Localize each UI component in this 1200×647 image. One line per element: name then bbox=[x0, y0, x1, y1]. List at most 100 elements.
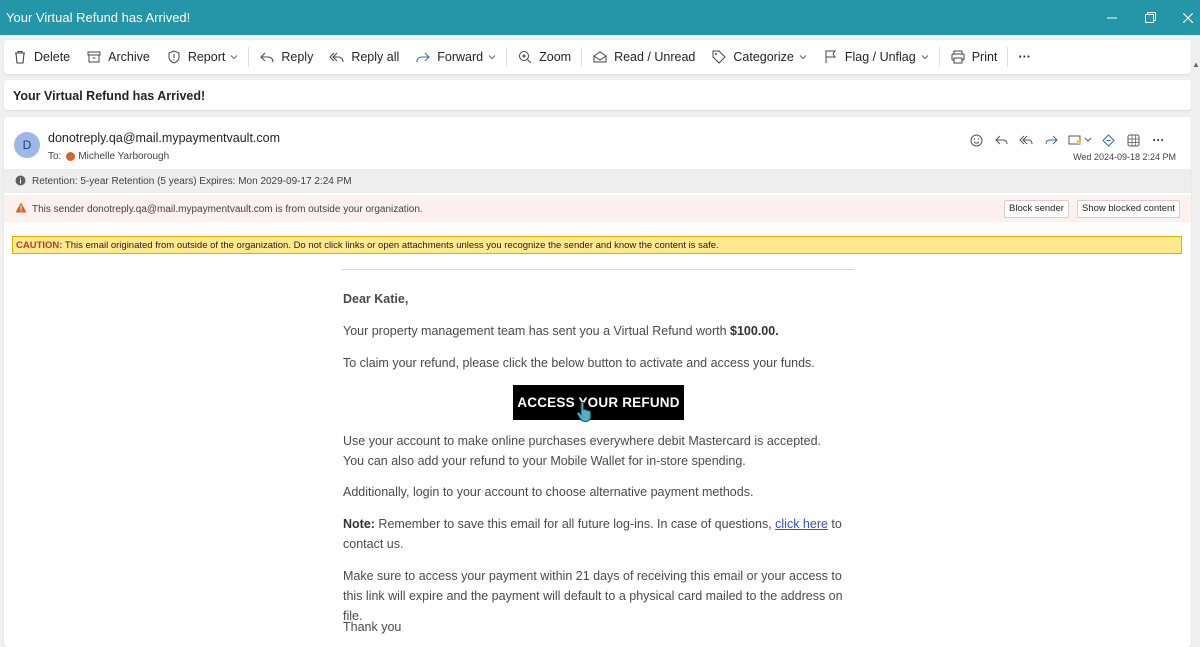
toolbar-divider bbox=[938, 47, 940, 67]
minimize-button[interactable] bbox=[1092, 0, 1132, 35]
reply-action-button[interactable] bbox=[989, 131, 1014, 149]
note-label: Note: bbox=[343, 517, 375, 531]
apps-grid-button[interactable] bbox=[1121, 131, 1146, 149]
toolbar-divider bbox=[1007, 47, 1009, 67]
info-icon bbox=[15, 175, 26, 186]
reply-button[interactable]: Reply bbox=[251, 44, 321, 70]
shield-icon bbox=[166, 49, 182, 65]
retention-bar: Retention: 5-year Retention (5 years) Ex… bbox=[4, 169, 1191, 193]
reply-icon bbox=[995, 135, 1008, 145]
tag-icon bbox=[711, 49, 727, 65]
chevron-down-icon[interactable] bbox=[488, 53, 496, 61]
close-icon bbox=[1183, 12, 1193, 23]
envelope-open-icon bbox=[592, 49, 608, 65]
paragraph-text: Your property management team has sent y… bbox=[343, 324, 731, 338]
refund-amount: $100.00. bbox=[730, 324, 779, 338]
recipient-row: To: Michelle Yarborough bbox=[48, 151, 169, 162]
report-button[interactable]: Report bbox=[158, 44, 247, 70]
access-refund-button[interactable]: ACCESS YOUR REFUND bbox=[513, 385, 684, 420]
reply-icon bbox=[259, 49, 275, 65]
print-label: Print bbox=[971, 50, 998, 64]
reply-all-icon bbox=[1019, 135, 1033, 145]
restore-button[interactable] bbox=[1130, 0, 1170, 35]
diamond-icon bbox=[1102, 133, 1115, 147]
message-flag-icon bbox=[1068, 135, 1092, 145]
forward-icon bbox=[1045, 135, 1058, 145]
addin-button[interactable] bbox=[1096, 131, 1121, 149]
warning-icon bbox=[15, 202, 27, 213]
scroll-up-icon[interactable]: ▲ bbox=[1192, 60, 1200, 69]
smiley-icon bbox=[970, 134, 983, 146]
toolbar-divider bbox=[506, 47, 508, 67]
zoom-button[interactable]: Zoom bbox=[509, 44, 579, 70]
chevron-down-icon[interactable] bbox=[230, 53, 238, 61]
forward-icon bbox=[415, 49, 431, 65]
toolbar-divider bbox=[248, 47, 250, 67]
caution-text: CAUTION: This email originated from outs… bbox=[16, 240, 719, 251]
apps-dropdown-button[interactable] bbox=[1064, 131, 1096, 149]
reply-all-label: Reply all bbox=[351, 50, 400, 64]
more-options-label: ··· bbox=[1018, 50, 1031, 64]
divider bbox=[342, 269, 854, 270]
ribbon-toolbar: Delete Archive Report Reply Reply all Fo… bbox=[4, 40, 1191, 74]
greeting: Dear Katie, bbox=[343, 292, 409, 306]
closing: Thank you bbox=[343, 620, 402, 634]
more-options-button[interactable]: ··· bbox=[1010, 44, 1039, 70]
reply-all-icon bbox=[329, 49, 345, 65]
window-title: Your Virtual Refund has Arrived! bbox=[6, 10, 191, 25]
archive-button[interactable]: Archive bbox=[78, 44, 158, 70]
paragraph-refund-amount: Your property management team has sent y… bbox=[343, 321, 843, 341]
archive-icon bbox=[86, 49, 102, 65]
categorize-label: Categorize bbox=[733, 50, 794, 64]
click-here-link[interactable]: click here bbox=[775, 517, 828, 531]
reply-all-button[interactable]: Reply all bbox=[321, 44, 407, 70]
chevron-down-icon[interactable] bbox=[921, 53, 929, 61]
forward-label: Forward bbox=[437, 50, 484, 64]
zoom-label: Zoom bbox=[539, 50, 572, 64]
close-button[interactable] bbox=[1168, 0, 1200, 35]
subject-header: Your Virtual Refund has Arrived! bbox=[4, 80, 1191, 110]
caution-message: This email originated from outside of th… bbox=[62, 240, 719, 251]
more-actions-button[interactable]: ··· bbox=[1146, 131, 1171, 149]
forward-action-button[interactable] bbox=[1039, 131, 1064, 149]
sender-address[interactable]: donotreply.qa@mail.mypaymentvault.com bbox=[48, 131, 280, 145]
ellipsis-icon: ··· bbox=[1152, 133, 1165, 147]
message-actions: ··· bbox=[964, 131, 1171, 149]
external-sender-bar: This sender donotreply.qa@mail.mypayment… bbox=[4, 195, 1191, 222]
delete-label: Delete bbox=[34, 50, 71, 64]
grid-icon bbox=[1127, 134, 1140, 146]
archive-label: Archive bbox=[108, 50, 150, 64]
restore-icon bbox=[1144, 12, 1156, 23]
received-date: Wed 2024-09-18 2:24 PM bbox=[1073, 152, 1176, 162]
show-blocked-content-button[interactable]: Show blocked content bbox=[1077, 200, 1180, 218]
report-label: Report bbox=[187, 50, 226, 64]
avatar[interactable]: D bbox=[14, 132, 40, 158]
paragraph-usage: Use your account to make online purchase… bbox=[343, 434, 822, 468]
categorize-button[interactable]: Categorize bbox=[703, 44, 814, 70]
block-sender-button[interactable]: Block sender bbox=[1004, 200, 1069, 218]
note-text: Remember to save this email for all futu… bbox=[374, 517, 776, 531]
external-sender-text: This sender donotreply.qa@mail.mypayment… bbox=[32, 204, 423, 215]
subject-title: Your Virtual Refund has Arrived! bbox=[13, 89, 206, 103]
flag-unflag-button[interactable]: Flag / Unflag bbox=[815, 44, 937, 70]
print-button[interactable]: Print bbox=[942, 44, 1006, 70]
read-unread-button[interactable]: Read / Unread bbox=[584, 44, 703, 70]
zoom-icon bbox=[517, 49, 533, 65]
toolbar-divider bbox=[581, 47, 583, 67]
paragraph-claim: To claim your refund, please click the b… bbox=[343, 356, 815, 370]
reply-all-action-button[interactable] bbox=[1014, 131, 1039, 149]
caution-label: CAUTION: bbox=[16, 240, 63, 251]
hand-cursor-icon bbox=[576, 402, 592, 422]
flag-unflag-label: Flag / Unflag bbox=[844, 50, 916, 64]
presence-icon bbox=[66, 152, 76, 161]
trash-icon bbox=[12, 49, 28, 65]
read-unread-label: Read / Unread bbox=[614, 50, 696, 64]
reply-label: Reply bbox=[281, 50, 314, 64]
delete-button[interactable]: Delete bbox=[4, 44, 78, 70]
caution-banner: CAUTION: This email originated from outs… bbox=[12, 236, 1182, 254]
chevron-down-icon[interactable] bbox=[799, 53, 807, 61]
emoji-button[interactable] bbox=[964, 131, 989, 149]
recipient-name[interactable]: Michelle Yarborough bbox=[78, 151, 169, 162]
paragraph-note: Note: Remember to save this email for al… bbox=[343, 514, 843, 554]
forward-button[interactable]: Forward bbox=[407, 44, 504, 70]
